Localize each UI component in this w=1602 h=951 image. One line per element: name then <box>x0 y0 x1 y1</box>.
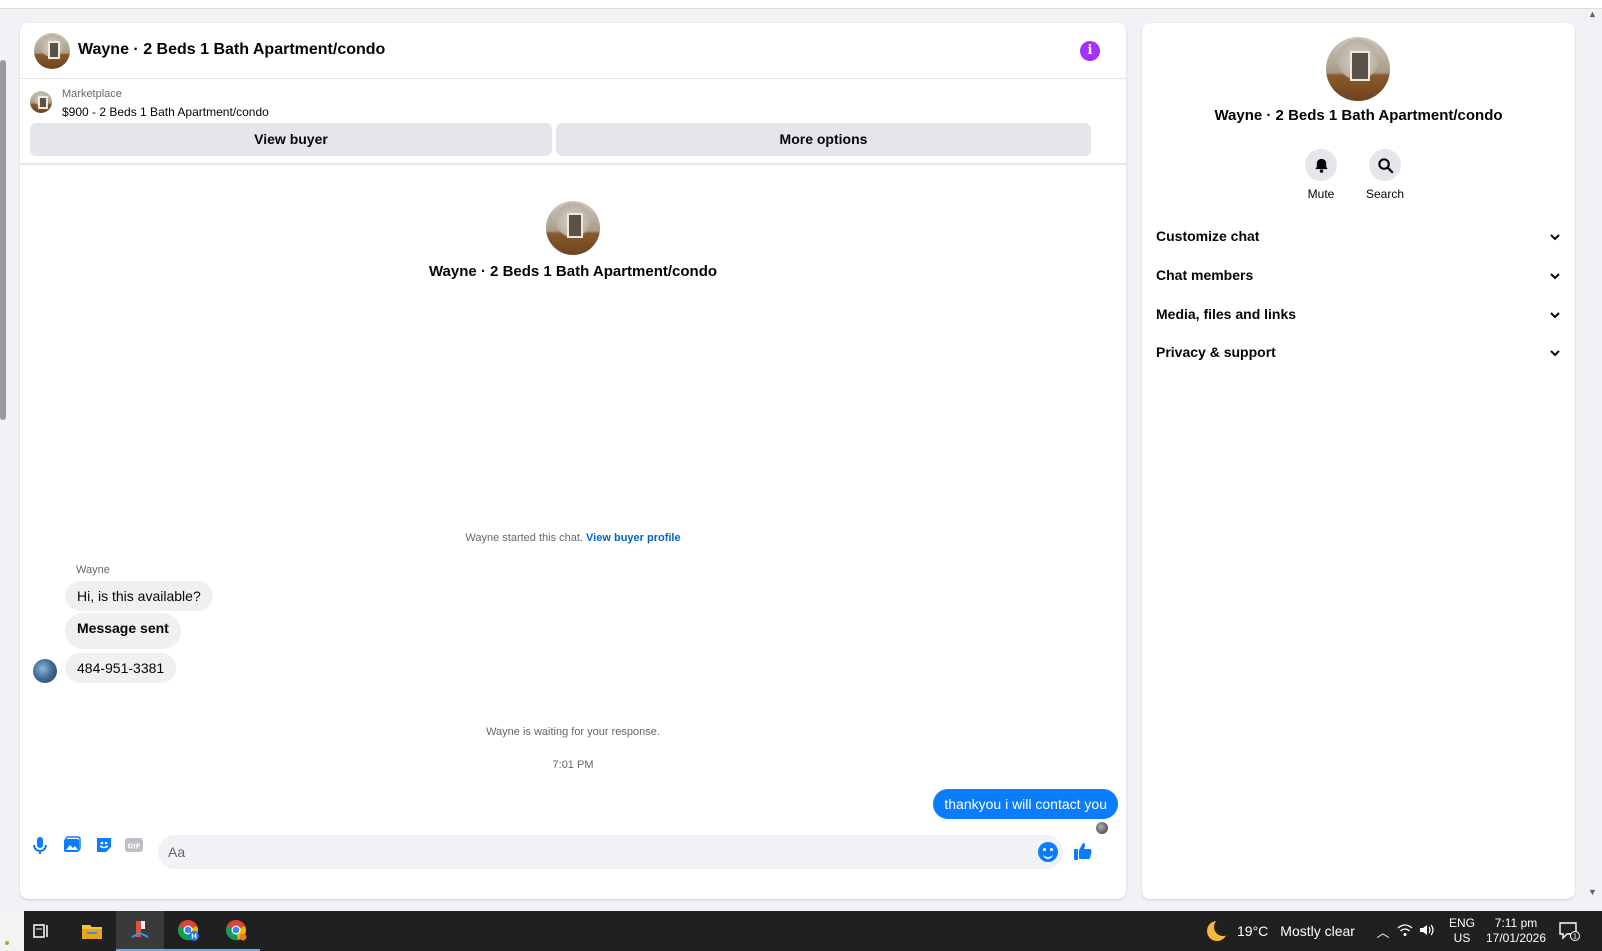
message-bubble-outgoing[interactable]: thankyou i will contact you <box>933 789 1118 819</box>
chevron-down-icon <box>1550 234 1560 241</box>
notification-count: 1 <box>1573 933 1577 941</box>
view-buyer-profile-link[interactable]: View buyer profile <box>586 532 681 544</box>
message-bubble-incoming[interactable]: Hi, is this available? <box>65 581 213 611</box>
sender-name: Wayne <box>76 564 110 576</box>
page-scrollbar[interactable]: ▲ ▼ <box>1584 9 1602 899</box>
chevron-up-icon[interactable]: ︿ <box>1372 922 1394 941</box>
search-button[interactable]: Search <box>1355 149 1415 201</box>
chevron-down-icon <box>1550 312 1560 319</box>
intro-avatar <box>546 201 600 255</box>
language-code: ENG <box>1449 916 1476 930</box>
accordion-privacy-support[interactable]: Privacy & support <box>1156 337 1561 367</box>
message-bubble-incoming[interactable]: 484-951-3381 <box>65 653 177 683</box>
info-icon[interactable]: i <box>1080 41 1100 61</box>
weather-desc: Mostly clear <box>1280 923 1355 939</box>
task-view-icon[interactable] <box>17 911 65 951</box>
chevron-down-icon <box>1550 350 1560 357</box>
listing-avatar[interactable] <box>34 33 70 69</box>
marketplace-label: Marketplace <box>62 88 122 100</box>
search-label: Search <box>1365 187 1405 201</box>
info-avatar[interactable] <box>1326 37 1390 101</box>
svg-text:GIF: GIF <box>127 843 140 851</box>
photo-icon[interactable] <box>62 835 82 855</box>
clock-time: 7:11 pm <box>1494 916 1538 930</box>
emoji-icon[interactable] <box>1038 842 1058 862</box>
scroll-down-icon[interactable]: ▼ <box>1588 887 1597 897</box>
left-scrollbar[interactable] <box>0 60 6 420</box>
chat-title[interactable]: Wayne · 2 Beds 1 Bath Apartment/condo <box>78 41 385 59</box>
file-explorer-icon[interactable] <box>68 911 116 951</box>
message-input[interactable] <box>158 835 1063 869</box>
mute-button[interactable]: Mute <box>1291 149 1351 201</box>
notification-icon[interactable]: 1 <box>1558 921 1580 941</box>
app-taskbar-icon[interactable] <box>116 911 164 951</box>
browser-top-strip <box>0 0 1602 9</box>
sender-avatar[interactable] <box>33 659 57 683</box>
thumbs-up-icon[interactable] <box>1072 840 1094 862</box>
chat-intro: Wayne · 2 Beds 1 Bath Apartment/condo <box>20 201 1126 280</box>
message-bubble-incoming[interactable]: Message sent <box>65 613 181 649</box>
seen-indicator-avatar <box>1096 822 1108 834</box>
clock-date: 17/01/2026 <box>1485 931 1547 945</box>
gif-icon[interactable]: GIF <box>124 835 144 855</box>
system-tray: ︿ <box>1372 911 1438 951</box>
microphone-icon[interactable] <box>30 835 50 855</box>
waiting-notice: Wayne is waiting for your response. <box>486 726 660 738</box>
intro-name: Wayne · 2 Beds 1 Bath Apartment/condo <box>428 263 718 280</box>
chat-panel: Wayne · 2 Beds 1 Bath Apartment/condo i … <box>20 23 1126 899</box>
view-buyer-button[interactable]: View buyer <box>30 123 552 156</box>
accordion-chat-members[interactable]: Chat members <box>1156 260 1561 290</box>
bell-icon[interactable] <box>1305 149 1337 181</box>
chat-started-notice: Wayne started this chat. View buyer prof… <box>20 532 1126 544</box>
chat-info-panel: Wayne · 2 Beds 1 Bath Apartment/condo Mu… <box>1142 23 1575 899</box>
search-icon[interactable] <box>1369 149 1401 181</box>
chat-started-text: Wayne started this chat. <box>465 532 583 544</box>
chevron-down-icon <box>1550 273 1560 280</box>
scroll-up-icon[interactable]: ▲ <box>1588 9 1597 19</box>
info-name: Wayne · 2 Beds 1 Bath Apartment/condo <box>1214 107 1503 124</box>
accordion-label: Chat members <box>1156 267 1254 283</box>
keyboard-region: US <box>1453 931 1471 945</box>
moon-icon <box>1207 918 1232 941</box>
accordion-label: Privacy & support <box>1156 344 1276 360</box>
sticker-icon[interactable] <box>94 835 114 855</box>
listing-thumbnail <box>30 91 52 113</box>
more-options-button[interactable]: More options <box>556 123 1091 156</box>
mute-label: Mute <box>1307 187 1335 201</box>
accordion-customize-chat[interactable]: Customize chat <box>1156 221 1561 251</box>
volume-icon[interactable] <box>1416 923 1438 940</box>
svg-text:H: H <box>191 933 197 941</box>
chat-header: Wayne · 2 Beds 1 Bath Apartment/condo i <box>20 23 1126 79</box>
clock[interactable]: 7:11 pm 17/01/2026 <box>1485 916 1547 946</box>
network-icon[interactable] <box>1394 923 1416 940</box>
marketplace-banner: Marketplace $900 - 2 Beds 1 Bath Apartme… <box>20 79 1126 165</box>
accordion-label: Media, files and links <box>1156 306 1297 322</box>
accordion-media-files-links[interactable]: Media, files and links <box>1156 299 1561 329</box>
weather-widget[interactable]: 19°C Mostly clear <box>1207 911 1355 951</box>
language-indicator[interactable]: ENG US <box>1449 916 1475 946</box>
weather-temp: 19°C <box>1237 923 1269 939</box>
listing-title[interactable]: $900 - 2 Beds 1 Bath Apartment/condo <box>62 105 269 119</box>
message-timestamp: 7:01 PM <box>552 759 594 771</box>
chrome-icon[interactable] <box>212 911 260 951</box>
windows-taskbar: H 19°C Mostly clear ︿ ENG US 7:11 pm 17/… <box>0 911 1602 951</box>
accordion-label: Customize chat <box>1156 228 1260 244</box>
chrome-profile-h-icon[interactable]: H <box>164 911 212 951</box>
